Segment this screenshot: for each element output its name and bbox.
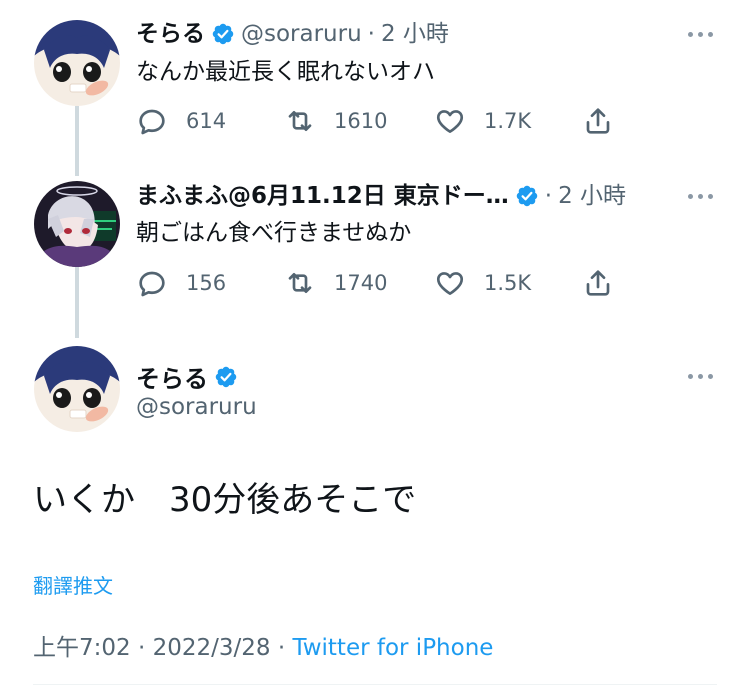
retweet-count: 1610 — [334, 109, 388, 133]
reply-icon — [136, 267, 168, 299]
handle[interactable]: @soraruru — [136, 394, 257, 420]
retweet-button[interactable]: 1740 — [284, 266, 387, 300]
retweet-icon — [284, 267, 316, 299]
tweet-text: 朝ごはん食べ行きませぬか — [136, 220, 412, 246]
share-icon — [582, 267, 614, 299]
reply-button[interactable]: 614 — [136, 104, 226, 138]
like-count: 1.5K — [484, 271, 532, 295]
reply-count: 156 — [186, 271, 227, 295]
avatar[interactable] — [34, 181, 120, 267]
thread-line-1 — [75, 106, 79, 176]
separator: · — [544, 183, 553, 209]
main-display-name-row: そらる — [136, 359, 244, 394]
reply-count: 614 — [186, 109, 227, 133]
display-name[interactable]: まふまふ@6月11.12日 東京ドー… — [136, 181, 509, 211]
handle[interactable]: @soraruru — [241, 19, 362, 49]
separator: · — [277, 635, 286, 661]
like-button[interactable]: 1.7K — [434, 104, 531, 138]
more-icon[interactable] — [688, 374, 713, 379]
more-icon[interactable] — [688, 194, 713, 199]
display-name[interactable]: そらる — [136, 19, 205, 49]
tweet-actions: 156 1740 1.5K — [136, 266, 636, 300]
share-button[interactable] — [582, 266, 614, 300]
tweet-header: そらる @soraruru · 2 小時 — [136, 19, 449, 49]
tweet-timestamp: 上午7:02 · 2022/3/28 · Twitter for iPhone — [33, 628, 493, 662]
verified-badge-icon — [214, 365, 238, 389]
like-button[interactable]: 1.5K — [434, 266, 531, 300]
avatar[interactable] — [34, 20, 120, 106]
tweet-time[interactable]: 上午7:02 — [33, 635, 131, 661]
more-icon[interactable] — [688, 32, 713, 37]
reply-button[interactable]: 156 — [136, 266, 226, 300]
retweet-icon — [284, 105, 316, 137]
thread-line-2 — [75, 266, 79, 338]
tweet-text: いくか 30分後あそこで — [33, 480, 417, 520]
like-icon — [434, 105, 466, 137]
divider — [33, 684, 717, 685]
tweet-date[interactable]: 2022/3/28 — [153, 635, 271, 661]
like-count: 1.7K — [484, 109, 532, 133]
tweet-time[interactable]: 2 小時 — [558, 181, 626, 211]
display-name[interactable]: そらる — [136, 359, 208, 394]
source-link[interactable]: Twitter for iPhone — [292, 635, 493, 661]
share-icon — [582, 105, 614, 137]
separator: · — [137, 635, 146, 661]
retweet-count: 1740 — [334, 271, 388, 295]
translate-link[interactable]: 翻譯推文 — [33, 570, 113, 599]
separator: · — [367, 21, 375, 47]
verified-badge-icon — [515, 184, 539, 208]
like-icon — [434, 267, 466, 299]
retweet-button[interactable]: 1610 — [284, 104, 387, 138]
share-button[interactable] — [582, 104, 614, 138]
verified-badge-icon — [211, 22, 235, 46]
avatar[interactable] — [34, 346, 120, 432]
tweet-time[interactable]: 2 小時 — [381, 19, 449, 49]
tweet-text: なんか最近長く眠れないオハ — [136, 59, 435, 85]
tweet-actions: 614 1610 1.7K — [136, 104, 636, 138]
tweet-header: まふまふ@6月11.12日 東京ドー… · 2 小時 — [136, 181, 626, 211]
reply-icon — [136, 105, 168, 137]
